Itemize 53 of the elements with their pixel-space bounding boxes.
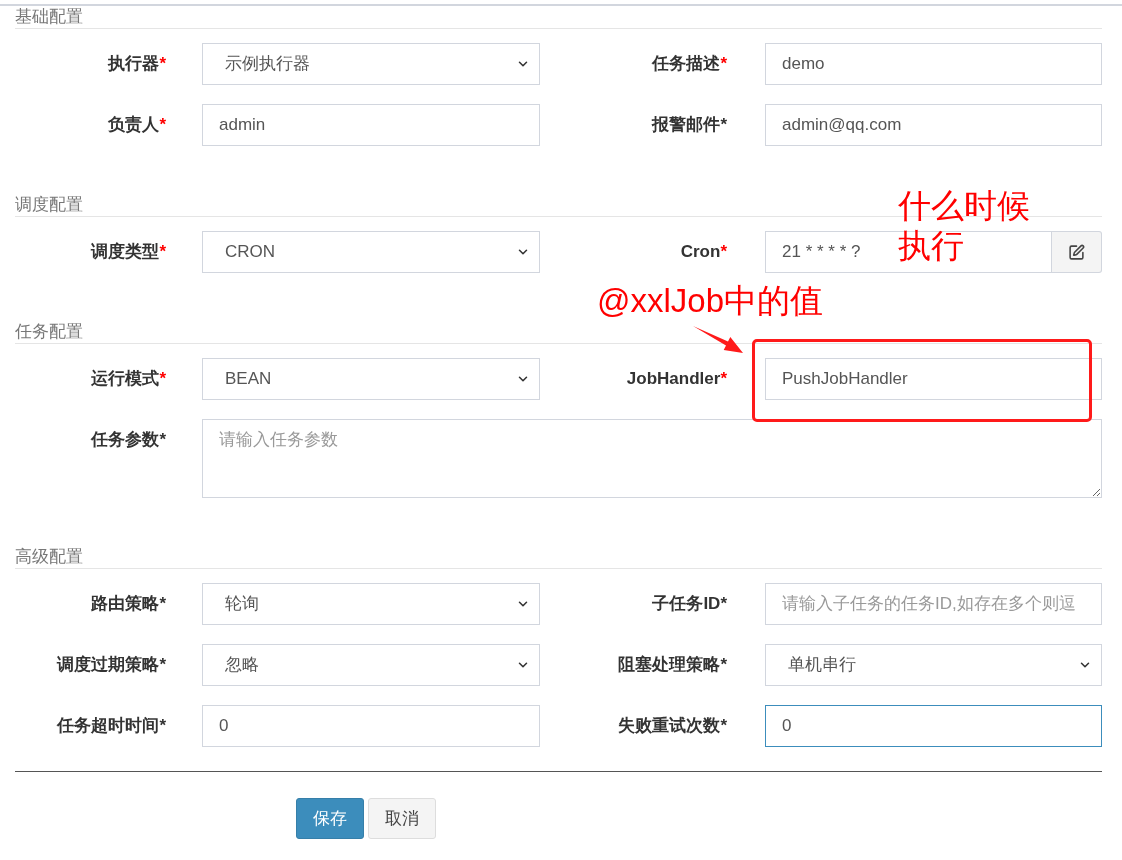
text-field[interactable]: PushJobHandler [765, 358, 1102, 400]
required-asterisk: * [159, 715, 166, 737]
field-label: Cron [680, 241, 721, 263]
required-asterisk: * [159, 241, 166, 263]
select-field[interactable]: 轮询 [202, 583, 540, 625]
select-field[interactable]: BEAN [202, 358, 540, 400]
field-label: 路由策略 [91, 593, 160, 615]
section-title: 高级配置 [15, 546, 83, 568]
text-field[interactable]: 0 [765, 705, 1102, 747]
required-asterisk: * [159, 654, 166, 676]
cancel-button[interactable]: 取消 [368, 798, 436, 839]
required-asterisk: * [159, 368, 166, 390]
field-label: 报警邮件 [652, 114, 721, 136]
required-asterisk: * [720, 53, 727, 75]
required-asterisk: * [159, 53, 166, 75]
text-field[interactable]: demo [765, 43, 1102, 85]
required-asterisk: * [159, 114, 166, 136]
field-label: 调度过期策略 [57, 654, 160, 676]
field-label: 失败重试次数 [618, 715, 721, 737]
section-title: 基础配置 [15, 6, 83, 28]
edit-button[interactable] [1052, 231, 1102, 273]
required-asterisk: * [720, 368, 727, 390]
required-asterisk: * [159, 593, 166, 615]
pencil-square-icon [1068, 243, 1085, 261]
field-label: 负责人 [108, 114, 160, 136]
field-label: 阻塞处理策略 [618, 654, 721, 676]
text-field[interactable]: 请输入子任务的任务ID,如存在多个则逗 [765, 583, 1102, 625]
text-field[interactable]: admin [202, 104, 540, 146]
section-title: 任务配置 [15, 321, 83, 343]
required-asterisk: * [159, 429, 166, 451]
textarea-field[interactable]: 请输入任务参数 [202, 419, 1102, 498]
field-label: 调度类型 [91, 241, 160, 263]
field-label: 任务参数 [91, 429, 160, 451]
select-field[interactable]: CRON [202, 231, 540, 273]
select-field[interactable]: 示例执行器 [202, 43, 540, 85]
required-asterisk: * [720, 654, 727, 676]
required-asterisk: * [720, 114, 727, 136]
annotation-note: @xxlJob中的值 [597, 281, 824, 321]
field-label: JobHandler [626, 368, 721, 390]
required-asterisk: * [720, 715, 727, 737]
required-asterisk: * [720, 593, 727, 615]
field-label: 运行模式 [91, 368, 160, 390]
select-field[interactable]: 忽略 [202, 644, 540, 686]
text-field[interactable]: 0 [202, 705, 540, 747]
text-field[interactable]: admin@qq.com [765, 104, 1102, 146]
field-label: 任务描述 [652, 53, 721, 75]
required-asterisk: * [720, 241, 727, 263]
save-button[interactable]: 保存 [296, 798, 364, 839]
field-label: 任务超时时间 [57, 715, 160, 737]
field-label: 执行器 [108, 53, 160, 75]
section-title: 调度配置 [15, 194, 83, 216]
field-label: 子任务ID [652, 593, 721, 615]
select-field[interactable]: 单机串行 [765, 644, 1102, 686]
